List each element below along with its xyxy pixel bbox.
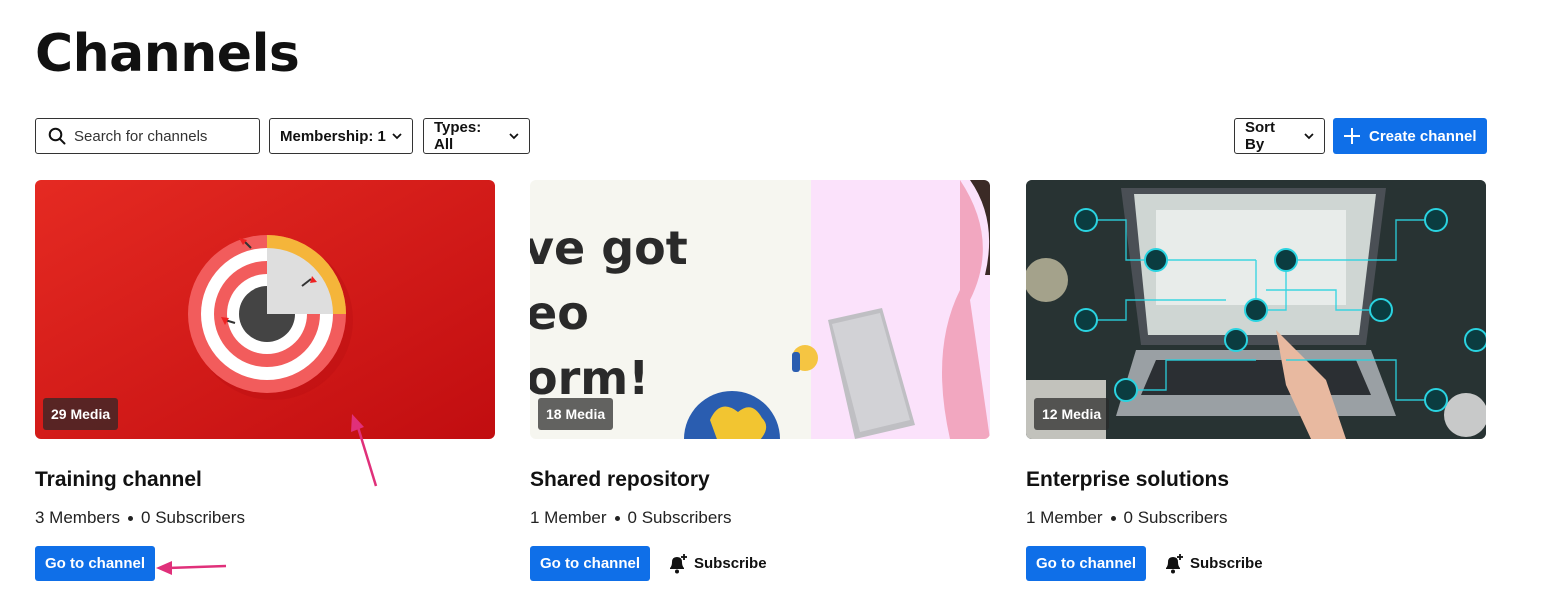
go-to-channel-button[interactable]: Go to channel (1026, 546, 1147, 581)
channel-stats: 3 Members 0 Subscribers (35, 508, 495, 528)
separator-dot (614, 515, 620, 521)
thumb-text-line: ve got (530, 221, 688, 275)
members-count: 3 Members (35, 508, 121, 527)
thumb-text-line: orm! (530, 351, 649, 405)
create-channel-label: Create channel (1369, 127, 1477, 145)
subscribe-button[interactable]: Subscribe (666, 553, 767, 575)
chevron-down-icon (392, 132, 402, 139)
media-count-badge: 29 Media (43, 398, 119, 430)
members-count: 1 Member (530, 508, 607, 527)
channel-thumbnail[interactable]: ve got eo orm! 18 Media (530, 180, 990, 439)
subscribers-count: 0 Subscribers (141, 508, 245, 527)
membership-label: Membership: 1 (280, 127, 386, 145)
subscribe-label: Subscribe (694, 555, 767, 572)
channel-thumbnail[interactable]: 12 Media (1026, 180, 1486, 439)
search-box[interactable] (35, 118, 260, 154)
card-actions: Go to channel Subscribe (530, 546, 990, 581)
channel-card-training: 29 Media Training channel 3 Members 0 Su… (35, 180, 495, 581)
subscribe-label: Subscribe (1190, 555, 1263, 572)
search-input[interactable] (74, 127, 244, 145)
chevron-down-icon (509, 132, 519, 139)
search-icon (48, 127, 66, 145)
separator-dot (1110, 515, 1116, 521)
card-actions: Go to channel (35, 546, 495, 581)
subscribe-button[interactable]: Subscribe (1162, 553, 1263, 575)
channel-card-shared-repository: ve got eo orm! 18 Media Shared repositor… (530, 180, 990, 581)
channel-title[interactable]: Enterprise solutions (1026, 468, 1486, 492)
thumb-text-line: eo (530, 286, 589, 340)
sort-dropdown[interactable]: Sort By (1234, 118, 1325, 154)
channel-thumbnail[interactable]: 29 Media (35, 180, 495, 439)
page-title: Channels (35, 24, 300, 84)
channel-stats: 1 Member 0 Subscribers (530, 508, 990, 528)
channel-title[interactable]: Shared repository (530, 468, 990, 492)
bell-plus-icon (670, 553, 688, 573)
subscribers-count: 0 Subscribers (1123, 508, 1228, 527)
membership-dropdown[interactable]: Membership: 1 (269, 118, 413, 154)
channel-card-enterprise-solutions: 12 Media Enterprise solutions 1 Member 0… (1026, 180, 1486, 581)
channel-stats: 1 Member 0 Subscribers (1026, 508, 1486, 528)
channel-title[interactable]: Training channel (35, 468, 495, 492)
separator-dot (128, 515, 134, 521)
plus-icon (1344, 128, 1360, 144)
chevron-down-icon (1304, 132, 1314, 139)
media-count-badge: 18 Media (538, 398, 614, 430)
card-actions: Go to channel Subscribe (1026, 546, 1486, 581)
members-count: 1 Member (1026, 508, 1103, 527)
sort-label: Sort By (1245, 119, 1275, 153)
go-to-channel-button[interactable]: Go to channel (35, 546, 156, 581)
bell-plus-icon (1166, 553, 1184, 573)
subscribers-count: 0 Subscribers (627, 508, 732, 527)
types-dropdown[interactable]: Types: All (423, 118, 530, 154)
types-label: Types: All (434, 119, 482, 153)
media-count-badge: 12 Media (1034, 398, 1110, 430)
toolbar: Membership: 1 Types: All Sort By Create … (35, 118, 1487, 154)
go-to-channel-button[interactable]: Go to channel (530, 546, 651, 581)
create-channel-button[interactable]: Create channel (1333, 118, 1487, 154)
